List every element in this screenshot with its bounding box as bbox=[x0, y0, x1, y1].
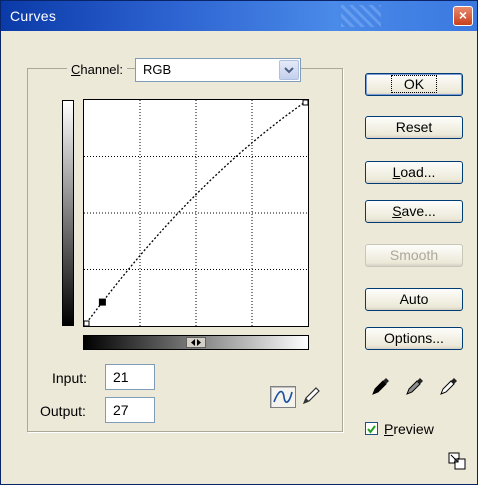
preview-label-mnemonic: P bbox=[384, 421, 394, 437]
load-button-label: oad... bbox=[400, 164, 436, 180]
options-button[interactable]: Options... bbox=[365, 327, 463, 350]
save-button-mnemonic: S bbox=[392, 203, 402, 219]
checkmark-icon bbox=[367, 425, 376, 434]
gradient-toggle-button[interactable] bbox=[186, 337, 206, 348]
ok-button[interactable]: OK bbox=[365, 73, 463, 96]
curves-dialog: Curves × Channel: RGB Input: 21 Output: … bbox=[0, 0, 478, 485]
output-field[interactable]: 27 bbox=[105, 397, 155, 423]
curve-graph[interactable] bbox=[83, 99, 309, 327]
title-bar-pattern bbox=[341, 5, 381, 27]
curve-tool-button[interactable] bbox=[270, 386, 296, 408]
curve-grid bbox=[84, 100, 308, 326]
dialog-title: Curves bbox=[10, 8, 57, 24]
pencil-tool-button[interactable] bbox=[299, 386, 325, 408]
preview-checkbox[interactable] bbox=[365, 422, 378, 435]
save-button[interactable]: Save... bbox=[365, 200, 463, 223]
input-field[interactable]: 21 bbox=[105, 364, 155, 390]
channel-select[interactable]: RGB bbox=[135, 58, 301, 82]
preview-label[interactable]: Preview bbox=[384, 421, 434, 437]
smooth-button[interactable]: Smooth bbox=[365, 244, 463, 267]
channel-label-mnemonic: C bbox=[71, 62, 81, 77]
channel-label-text: hannel: bbox=[80, 62, 124, 77]
input-label: Input: bbox=[52, 370, 88, 386]
gray-eyedropper-icon[interactable] bbox=[404, 375, 426, 397]
curve-icon bbox=[273, 390, 293, 403]
save-button-label: ave... bbox=[401, 203, 436, 219]
curve-point-start[interactable] bbox=[84, 320, 90, 326]
load-button[interactable]: Load... bbox=[365, 161, 463, 184]
black-eyedropper-icon[interactable] bbox=[370, 375, 392, 397]
ok-button-label: OK bbox=[390, 75, 438, 93]
curve-point-selected[interactable] bbox=[98, 298, 106, 306]
channel-select-value: RGB bbox=[143, 62, 172, 77]
pencil-icon bbox=[302, 387, 320, 405]
white-eyedropper-icon[interactable] bbox=[438, 375, 460, 397]
channel-label: Channel: bbox=[67, 62, 128, 77]
reset-button[interactable]: Reset bbox=[365, 116, 463, 139]
expand-dialog-icon[interactable] bbox=[448, 452, 466, 470]
curve-point-end[interactable] bbox=[302, 100, 308, 106]
auto-button[interactable]: Auto bbox=[365, 288, 463, 311]
output-label: Output: bbox=[40, 403, 86, 419]
preview-label-text: review bbox=[393, 421, 434, 437]
title-bar[interactable]: Curves × bbox=[1, 1, 477, 31]
chevron-down-icon[interactable] bbox=[279, 60, 299, 80]
close-button[interactable]: × bbox=[453, 6, 473, 26]
output-gradient-bar bbox=[62, 100, 74, 326]
